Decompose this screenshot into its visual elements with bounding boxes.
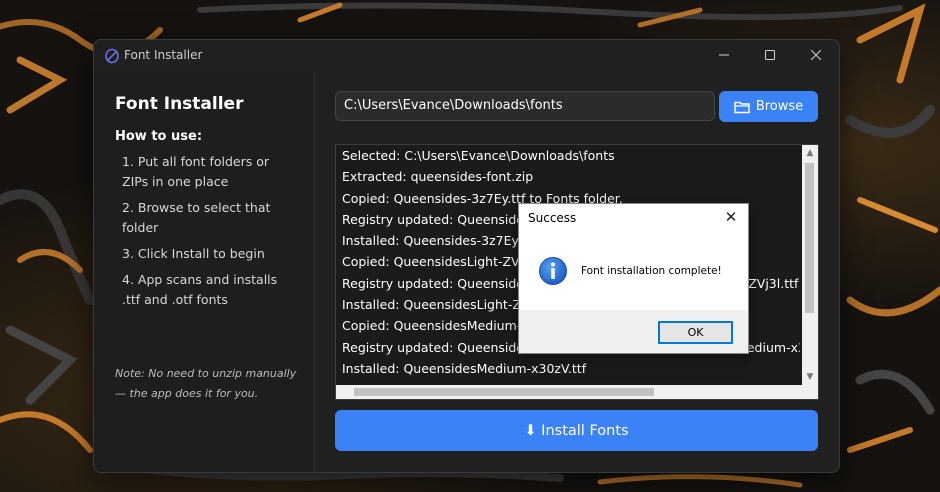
scroll-up-arrow-icon[interactable]: ▲	[802, 145, 818, 161]
log-line: Extracted: queensides-font.zip	[342, 169, 534, 185]
instruction-step: 2. Browse to select that folder	[122, 200, 271, 235]
instruction-step: 4. App scans and installs .ttf and .otf …	[122, 272, 278, 307]
browse-button[interactable]: Browse	[719, 91, 818, 122]
instruction-step: 1. Put all font folders or ZIPs in one p…	[122, 154, 269, 189]
vertical-scroll-thumb[interactable]	[805, 163, 814, 313]
minimize-icon	[719, 54, 729, 56]
maximize-icon	[765, 50, 775, 60]
info-icon	[538, 256, 568, 286]
dialog-title: Success	[528, 211, 577, 225]
sidebar-title: Font Installer	[115, 94, 244, 114]
folder-icon	[734, 101, 750, 113]
title-bar[interactable]: Font Installer	[94, 40, 839, 72]
minimize-button[interactable]	[701, 40, 747, 70]
log-line: Installed: QueensidesMedium-x30zV.ttf	[342, 360, 587, 376]
sidebar: Font Installer How to use: 1. Put all fo…	[94, 72, 315, 472]
app-logo-icon	[104, 48, 120, 64]
ok-button[interactable]: OK	[658, 321, 733, 344]
install-fonts-label: ⬇ Install Fonts	[524, 422, 629, 439]
instruction-step: 3. Click Install to begin	[122, 246, 265, 261]
dialog-title-bar[interactable]: Success ✕	[519, 204, 748, 232]
instructions-list: 1. Put all font folders or ZIPs in one p…	[122, 152, 297, 316]
success-dialog: Success ✕ Font installation complete! OK	[518, 203, 749, 354]
dialog-body: Font installation complete!	[519, 232, 748, 310]
sidebar-note: Note: No need to unzip manually — the ap…	[115, 367, 297, 400]
folder-path-input[interactable]: C:\Users\Evance\Downloads\fonts	[335, 91, 715, 121]
browse-button-label: Browse	[755, 99, 804, 114]
scroll-down-arrow-icon[interactable]: ▼	[802, 369, 818, 385]
close-button[interactable]	[793, 40, 839, 70]
log-line: Selected: C:\Users\Evance\Downloads\font…	[342, 148, 615, 163]
dialog-close-icon[interactable]: ✕	[722, 208, 740, 226]
maximize-button[interactable]	[747, 40, 793, 70]
install-fonts-button[interactable]: ⬇ Install Fonts	[335, 410, 818, 451]
horizontal-scrollbar[interactable]	[336, 385, 818, 399]
horizontal-scroll-thumb[interactable]	[354, 388, 654, 396]
close-icon	[811, 50, 821, 60]
vertical-scrollbar[interactable]: ▲ ▼	[802, 145, 818, 385]
window-title: Font Installer	[124, 48, 203, 62]
dialog-message: Font installation complete!	[581, 265, 722, 277]
how-to-heading: How to use:	[115, 129, 203, 144]
